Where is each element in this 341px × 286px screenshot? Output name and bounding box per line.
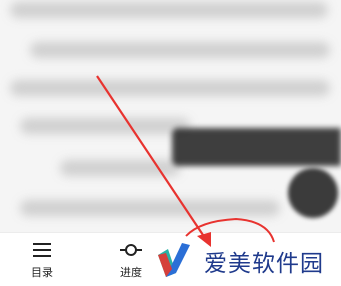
progress-label: 进度 [120, 266, 142, 279]
floating-action-button[interactable] [288, 168, 338, 218]
watermark: 爱美软件园 [156, 243, 324, 279]
watermark-text: 爱美软件园 [204, 251, 324, 277]
reader-page-blurred [0, 0, 341, 232]
menu-icon [33, 243, 51, 257]
text-line [20, 200, 280, 216]
catalog-label: 目录 [31, 266, 53, 279]
progress-button[interactable]: 进度 [101, 242, 161, 286]
watermark-logo-icon [158, 243, 190, 277]
text-line [20, 118, 190, 134]
selection-popup-blurred [172, 128, 341, 166]
catalog-button[interactable]: 目录 [12, 242, 72, 286]
text-line [10, 2, 328, 18]
text-line [10, 80, 330, 96]
text-line [60, 160, 180, 176]
text-line [30, 42, 330, 58]
progress-icon [120, 244, 142, 256]
